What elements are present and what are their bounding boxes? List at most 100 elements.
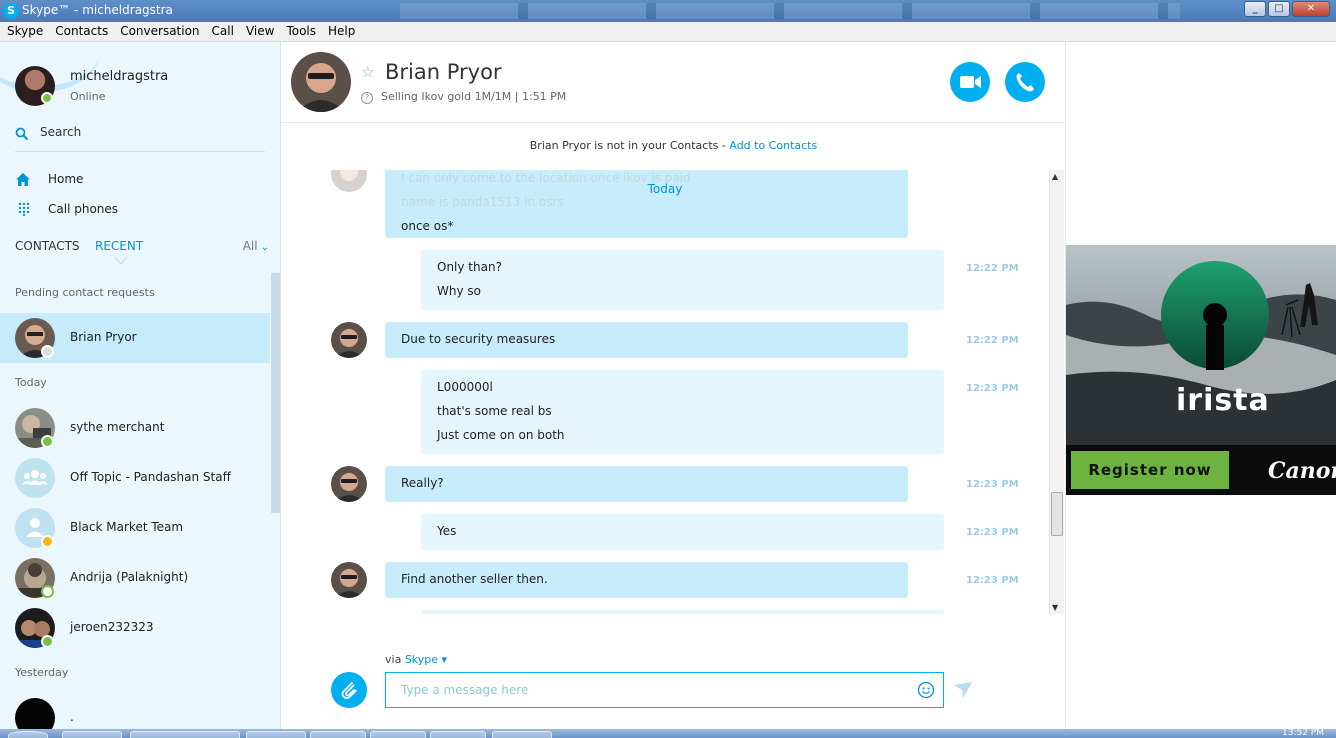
attach-file-button[interactable]: [331, 672, 367, 708]
taskbar-app-icon[interactable]: [430, 731, 486, 738]
taskbar-app-icon[interactable]: [246, 731, 306, 738]
contact-item-off-topic[interactable]: Off Topic - Pandashan Staff: [0, 453, 270, 503]
contact-name: sythe merchant: [70, 420, 165, 434]
send-icon[interactable]: [953, 681, 973, 699]
conversation-panel: ☆ Brian Pryor ? Selling Ikov gold 1M/1M |…: [281, 42, 1066, 730]
message-bubble-outgoing[interactable]: Only than? Why so: [421, 250, 944, 310]
contact-name: Black Market Team: [70, 520, 184, 534]
search-box[interactable]: Search: [15, 124, 265, 152]
emoticon-icon[interactable]: [917, 681, 935, 699]
taskbar-clock[interactable]: 13:52 PM: [1282, 728, 1324, 738]
phone-icon: [1016, 73, 1034, 92]
message-bubble-incoming[interactable]: I can only come to the location once iko…: [385, 170, 908, 238]
taskbar-app-icon[interactable]: [130, 731, 240, 738]
menu-tools[interactable]: Tools: [286, 22, 316, 41]
tab-contacts[interactable]: CONTACTS: [15, 239, 80, 253]
nav-call-phones-label: Call phones: [48, 202, 119, 216]
contact-item-dot[interactable]: .: [0, 693, 270, 730]
away-status-icon: [41, 535, 54, 548]
message-timestamp: 12:22 PM: [966, 335, 1019, 346]
contact-item-brian-pryor[interactable]: Brian Pryor: [0, 313, 270, 363]
title-bar: S Skype™ - micheldragstra _ □ ✕: [0, 0, 1336, 22]
message-timestamp: 12:23 PM: [966, 527, 1019, 538]
menu-call[interactable]: Call: [212, 22, 234, 41]
advertisement-banner[interactable]: irista Register now Canon: [1066, 245, 1336, 495]
taskbar-app-icon[interactable]: [370, 731, 426, 738]
contact-mood-line: ? Selling Ikov gold 1M/1M | 1:51 PM: [361, 90, 566, 104]
register-now-button[interactable]: Register now: [1071, 451, 1229, 489]
chevron-down-icon: ⌄: [260, 242, 269, 253]
message-timestamp: 12:23 PM: [966, 575, 1019, 586]
taskbar-app-icon[interactable]: [310, 731, 366, 738]
notice-text: Brian Pryor is not in your Contacts -: [529, 139, 730, 152]
message-scrollbar[interactable]: ▲ ▼: [1049, 170, 1064, 614]
nav-home[interactable]: Home: [15, 169, 265, 193]
online-status-icon: [41, 635, 54, 648]
message-text: L000000l: [437, 380, 493, 394]
contact-item-andrija[interactable]: Andrija (Palaknight): [0, 553, 270, 603]
message-text: Why so: [437, 284, 481, 298]
message-input[interactable]: [385, 672, 944, 708]
nav-call-phones[interactable]: Call phones: [15, 199, 265, 223]
video-call-button[interactable]: [950, 62, 990, 102]
scrollbar-thumb[interactable]: [1051, 492, 1063, 536]
maximize-icon[interactable]: □: [1268, 1, 1290, 17]
message-text: Really?: [401, 476, 444, 490]
taskbar-app-icon[interactable]: [492, 731, 552, 738]
unknown-status-icon: [41, 345, 54, 358]
message-history: Today I can only come to the location on…: [281, 170, 1049, 614]
recent-filter-dropdown[interactable]: All ⌄: [243, 239, 269, 253]
close-icon[interactable]: ✕: [1292, 1, 1330, 17]
contact-tabs: CONTACTS RECENT All ⌄: [15, 239, 273, 265]
message-text: Find another seller then.: [401, 572, 548, 586]
contact-name: Brian Pryor: [70, 330, 137, 344]
tab-recent[interactable]: RECENT: [95, 239, 143, 253]
contact-name: Off Topic - Pandashan Staff: [70, 470, 231, 484]
audio-call-button[interactable]: [1005, 62, 1045, 102]
ad-sponsor-logo: Canon: [1268, 458, 1336, 484]
avatar[interactable]: [291, 52, 351, 112]
nav-home-label: Home: [48, 172, 84, 186]
search-icon: [15, 127, 29, 141]
message-bubble-outgoing[interactable]: Yes: [421, 514, 944, 550]
minimize-icon[interactable]: _: [1244, 1, 1266, 17]
contact-item-jeroen[interactable]: jeroen232323: [0, 603, 270, 653]
via-skype-dropdown[interactable]: Skype: [405, 653, 438, 666]
message-bubble-incoming[interactable]: Find another seller then.: [385, 562, 908, 598]
online-status-icon: [41, 435, 54, 448]
menu-help[interactable]: Help: [328, 22, 355, 41]
skype-logo-icon: S: [3, 3, 19, 19]
add-to-contacts-link[interactable]: Add to Contacts: [729, 139, 817, 152]
scroll-up-icon[interactable]: ▲: [1052, 172, 1058, 181]
local-time: 1:51 PM: [521, 90, 567, 103]
contact-item-sythe-merchant[interactable]: sythe merchant: [0, 403, 270, 453]
offline-status-icon: [41, 585, 54, 598]
contact-item-black-market-team[interactable]: Black Market Team: [0, 503, 270, 553]
message-timestamp: 12:22 PM: [966, 263, 1019, 274]
taskbar-app-icon[interactable]: [62, 731, 122, 738]
sidebar-scrollbar[interactable]: [271, 273, 280, 513]
chevron-down-icon[interactable]: ▾: [438, 653, 448, 666]
avatar: [15, 698, 55, 730]
message-text: Yes: [437, 524, 457, 538]
menu-contacts[interactable]: Contacts: [55, 22, 108, 41]
menu-conversation[interactable]: Conversation: [120, 22, 199, 41]
profile-card[interactable]: micheldragstra Online: [0, 42, 280, 114]
menu-view[interactable]: View: [246, 22, 274, 41]
unknown-status-icon: ?: [361, 92, 373, 104]
message-bubble-incoming[interactable]: Really?: [385, 466, 908, 502]
not-in-contacts-notice: Brian Pryor is not in your Contacts - Ad…: [281, 139, 1066, 152]
active-tab-indicator: [115, 257, 127, 265]
contact-name: jeroen232323: [70, 620, 154, 634]
start-button-icon[interactable]: [8, 731, 48, 738]
favorite-star-icon[interactable]: ☆: [361, 63, 374, 81]
menu-skype[interactable]: Skype: [7, 22, 43, 41]
message-text: Due to security measures: [401, 332, 556, 346]
message-timestamp: 12:23 PM: [966, 383, 1019, 394]
scroll-down-icon[interactable]: ▼: [1052, 603, 1058, 612]
message-bubble-incoming[interactable]: Due to security measures: [385, 322, 908, 358]
message-bubble-outgoing[interactable]: L000000l that's some real bs Just come o…: [421, 370, 944, 454]
via-label: via: [385, 653, 402, 666]
profile-status[interactable]: Online: [70, 90, 105, 103]
windows-taskbar: 13:52 PM: [0, 728, 1336, 738]
